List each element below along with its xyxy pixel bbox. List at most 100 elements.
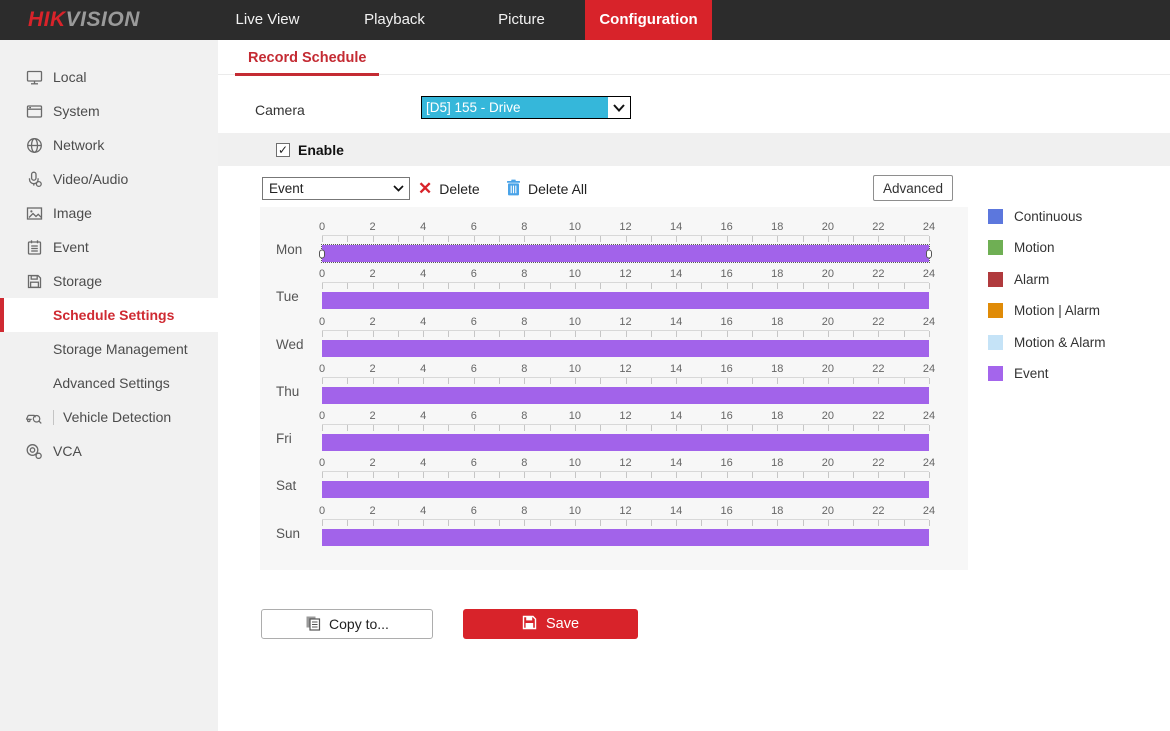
hour-tick [347,425,348,431]
legend-swatch [988,366,1003,381]
sidebar-item-storage-management[interactable]: Storage Management [0,332,218,366]
hour-ruler [322,377,929,385]
hour-tick [373,472,374,478]
hour-tick [701,425,702,431]
hour-tick [448,425,449,431]
hour-tick [398,425,399,431]
advanced-button[interactable]: Advanced [873,175,953,201]
hour-label: 6 [471,363,477,375]
hour-label: 4 [420,316,426,328]
sidebar-item-schedule-settings[interactable]: Schedule Settings [0,298,218,332]
hour-tick [752,472,753,478]
hour-tick [423,236,424,242]
day-timeline-thu[interactable]: 024681012141618202224 [322,363,929,410]
save-button[interactable]: Save [463,609,638,639]
schedule-bar-thu-event[interactable] [322,387,929,404]
day-timeline-sun[interactable]: 024681012141618202224 [322,505,929,552]
legend-swatch [988,303,1003,318]
hour-tick [651,283,652,289]
schedule-day-row-fri: Fri 024681012141618202224 [260,410,968,457]
hour-label: 14 [670,268,682,280]
sidebar-item-label: Storage [53,273,102,289]
hour-label: 20 [822,268,834,280]
hour-label: 12 [619,505,631,517]
schedule-bar-sat-event[interactable] [322,481,929,498]
nav-tab-configuration[interactable]: Configuration [585,0,712,40]
hour-tick [651,425,652,431]
day-timeline-mon[interactable]: 024681012141618202224 [322,221,929,268]
sidebar-item-video-audio[interactable]: Video/Audio [0,162,218,196]
day-timeline-sat[interactable]: 024681012141618202224 [322,457,929,504]
hour-tick [676,283,677,289]
sidebar-item-event[interactable]: Event [0,230,218,264]
hour-tick [929,425,930,431]
nav-tab-playback[interactable]: Playback [331,0,458,40]
sidebar-item-local[interactable]: Local [0,60,218,94]
hour-label: 4 [420,268,426,280]
enable-label: Enable [298,142,344,158]
schedule-bar-tue-event[interactable] [322,292,929,309]
sidebar-item-vehicle-detection[interactable]: Vehicle Detection [0,400,218,434]
sidebar-item-label: Network [53,137,104,153]
hour-tick [651,378,652,384]
hour-label: 10 [569,457,581,469]
day-label: Fri [276,431,292,446]
bar-right-handle[interactable] [926,249,932,258]
hour-label: 22 [872,268,884,280]
hour-tick [398,331,399,337]
hour-tick [373,378,374,384]
hour-label: 22 [872,363,884,375]
tab-record-schedule[interactable]: Record Schedule [235,50,379,76]
hour-tick [499,236,500,242]
hour-tick [322,331,323,337]
hour-label: 24 [923,316,935,328]
record-type-select[interactable]: Event [262,177,410,200]
hour-label: 16 [721,505,733,517]
schedule-bar-mon-event[interactable] [322,245,929,262]
day-timeline-fri[interactable]: 024681012141618202224 [322,410,929,457]
delete-button[interactable]: ✕ Delete [418,177,480,200]
sidebar-item-storage[interactable]: Storage [0,264,218,298]
nav-tab-picture[interactable]: Picture [458,0,585,40]
hour-label: 24 [923,410,935,422]
schedule-bar-sun-event[interactable] [322,529,929,546]
enable-checkbox[interactable]: ✓ [276,143,290,157]
delete-all-button[interactable]: Delete All [506,177,587,200]
sidebar-item-image[interactable]: Image [0,196,218,230]
hour-tick [373,425,374,431]
hour-label: 4 [420,363,426,375]
day-timeline-tue[interactable]: 024681012141618202224 [322,268,929,315]
hour-tick [777,378,778,384]
schedule-bar-wed-event[interactable] [322,340,929,357]
legend-label: Continuous [1014,209,1082,224]
sidebar-item-label: Schedule Settings [53,307,174,323]
copy-to-button[interactable]: Copy to... [261,609,433,639]
hour-label: 8 [521,457,527,469]
hour-tick [878,236,879,242]
nav-tab-live-view[interactable]: Live View [204,0,331,40]
camera-select[interactable]: [D5] 155 - Drive [421,96,631,119]
hour-label: 0 [319,363,325,375]
sidebar-item-advanced-settings[interactable]: Advanced Settings [0,366,218,400]
hour-label: 8 [521,410,527,422]
sidebar-item-network[interactable]: Network [0,128,218,162]
hour-tick [651,331,652,337]
day-timeline-wed[interactable]: 024681012141618202224 [322,316,929,363]
hour-tick [398,236,399,242]
hour-label: 12 [619,363,631,375]
sidebar-item-vca[interactable]: VCA [0,434,218,468]
hour-label: 6 [471,221,477,233]
hour-tick [626,283,627,289]
hour-label: 12 [619,316,631,328]
hour-label: 6 [471,316,477,328]
bar-left-handle[interactable] [319,249,325,258]
legend-item-motion-alarm: Motion & Alarm [988,334,1106,350]
hour-label: 6 [471,505,477,517]
hour-tick [904,378,905,384]
sidebar-item-system[interactable]: System [0,94,218,128]
hour-tick [803,236,804,242]
hour-label: 4 [420,221,426,233]
hour-tick [524,283,525,289]
hour-tick [550,283,551,289]
schedule-bar-fri-event[interactable] [322,434,929,451]
